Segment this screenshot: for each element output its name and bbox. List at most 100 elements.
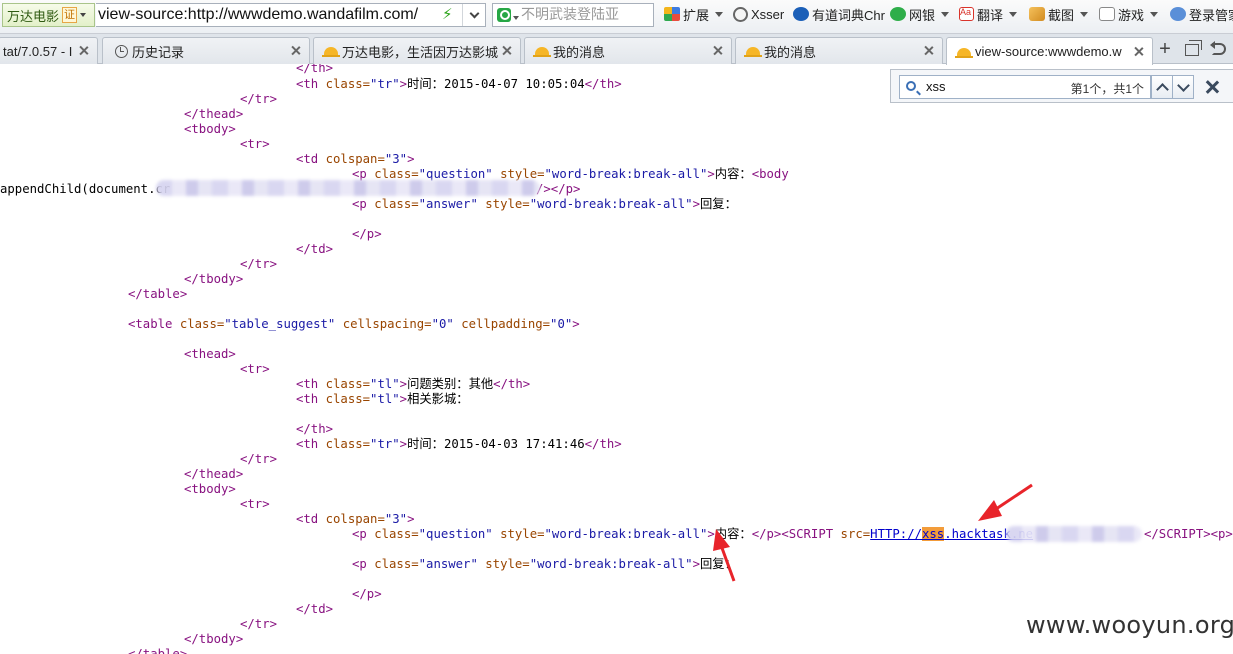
address-input[interactable]: view-source:http://wwwdemo.wandafilm.com… — [98, 6, 440, 24]
source-line: </tr> — [240, 257, 278, 271]
toolbar-item-label: 游戏 — [1118, 7, 1145, 23]
search-engine-icon[interactable] — [497, 8, 511, 22]
category-text: 问题类别：其他 — [407, 377, 494, 391]
source-line: </tbody> — [184, 632, 244, 646]
chevron-down-icon[interactable] — [1009, 11, 1018, 17]
chevron-down-icon[interactable] — [715, 11, 724, 17]
tab-label: 历史记录 — [132, 44, 185, 60]
site-name: 万达电影 — [7, 8, 60, 24]
source-line: <th class="tl">相关影城： — [296, 392, 469, 406]
source-line: <tbody> — [184, 122, 236, 136]
toolbar-bank-button[interactable]: 网银 — [890, 3, 950, 25]
sun-icon — [744, 47, 762, 57]
find-previous-button[interactable] — [1151, 75, 1173, 99]
redacted-blur — [1006, 526, 1142, 542]
source-line: </th> — [296, 64, 334, 75]
close-icon[interactable] — [288, 43, 304, 59]
message-time: 时间：2015-04-03 17:41:46 — [407, 437, 585, 451]
toolbar-item-label: 扩展 — [683, 7, 710, 23]
search-box[interactable] — [492, 3, 654, 27]
toolbar-translate-button[interactable]: 翻译 — [959, 3, 1018, 25]
message-time: 时间：2015-04-07 10:05:04 — [407, 77, 585, 91]
chevron-down-icon[interactable] — [1080, 11, 1089, 17]
toolbar-item-label: 登录管家 — [1189, 7, 1233, 23]
close-icon[interactable] — [1204, 79, 1220, 95]
tab-restore-icon[interactable] — [1185, 40, 1202, 56]
close-icon[interactable] — [710, 43, 726, 59]
find-next-button[interactable] — [1172, 75, 1194, 99]
online-bank-icon — [890, 7, 906, 21]
find-bar: 第1个，共1个 — [890, 69, 1233, 103]
source-line: </tr> — [240, 452, 278, 466]
source-line: <p class="answer" style="word-break:brea… — [352, 197, 737, 211]
toolbar-item-label: 翻译 — [977, 7, 1004, 23]
address-bar[interactable]: view-source:http://wwwdemo.wandafilm.com… — [96, 3, 486, 27]
search-icon — [906, 81, 916, 91]
toolbar-item-label: Xsser — [751, 6, 785, 22]
tab-history[interactable]: 历史记录 — [102, 37, 310, 64]
extensions-icon — [664, 7, 680, 21]
tab-label: 我的消息 — [553, 44, 606, 60]
tab-strip: tat/7.0.57 - I 历史记录 万达电影，生活因万达影城 我的消息 我的… — [0, 34, 1233, 65]
address-dropdown-button[interactable] — [462, 4, 486, 26]
source-line: </thead> — [184, 467, 244, 481]
source-line: </tr> — [240, 92, 278, 106]
source-line: </td> — [296, 242, 334, 256]
history-icon — [115, 44, 128, 58]
source-line: <td colspan="3"> — [296, 512, 415, 526]
cinema-text: 相关影城： — [407, 392, 469, 406]
browser-toolbar: 万达电影 证 view-source:http://wwwdemo.wandaf… — [0, 0, 1233, 34]
tab-label: 我的消息 — [764, 44, 817, 60]
chevron-down-icon[interactable] — [513, 16, 519, 20]
toolbar-games-button[interactable]: 游戏 — [1099, 3, 1159, 25]
speed-mode-icon[interactable]: ⚡ — [442, 6, 453, 24]
source-line: </SCRIPT><p> — [1144, 527, 1233, 541]
sun-icon — [322, 47, 340, 57]
watermark: www.wooyun.org — [1026, 611, 1233, 639]
tab-my-messages-1[interactable]: 我的消息 — [524, 37, 732, 64]
tab-tomcat[interactable]: tat/7.0.57 - I — [0, 37, 98, 64]
youdao-dict-icon — [793, 7, 809, 21]
source-line: <table class="table_suggest" cellspacing… — [128, 317, 580, 331]
search-input[interactable] — [521, 6, 651, 22]
toolbar-item-label: 有道词典Chr — [812, 7, 885, 23]
toolbar-screenshot-button[interactable]: 截图 — [1029, 3, 1089, 25]
close-icon[interactable] — [1131, 44, 1147, 60]
toolbar-xsser-button[interactable]: Xsser — [733, 3, 784, 25]
source-line: </p> — [352, 227, 382, 241]
toolbar-item-label: 截图 — [1048, 7, 1075, 23]
tab-label: 万达电影，生活因万达影城 — [342, 44, 499, 60]
sun-icon — [533, 47, 551, 57]
new-tab-button[interactable]: + — [1156, 38, 1174, 60]
close-icon[interactable] — [921, 43, 937, 59]
certificate-icon[interactable]: 证 — [62, 7, 78, 23]
source-line: </p> — [352, 587, 382, 601]
chevron-down-icon — [469, 8, 480, 18]
chevron-down-icon[interactable] — [1150, 11, 1159, 17]
translate-icon — [959, 7, 974, 21]
tab-my-messages-2[interactable]: 我的消息 — [735, 37, 943, 64]
payload-fragment: appendChild(document.cr — [0, 182, 171, 196]
toolbar-youdao-button[interactable]: 有道词典Chr — [793, 3, 885, 25]
games-icon — [1099, 7, 1115, 21]
screenshot-icon — [1029, 7, 1045, 21]
chevron-down-icon[interactable] — [80, 13, 87, 17]
tab-view-source[interactable]: view-source:wwwdemo.w — [946, 37, 1153, 65]
tab-label: tat/7.0.57 - I — [3, 43, 73, 59]
close-icon[interactable] — [499, 43, 515, 59]
site-identity-badge[interactable]: 万达电影 证 — [2, 3, 95, 27]
source-line: /></p> — [536, 182, 581, 196]
tab-wandafilm[interactable]: 万达电影，生活因万达影城 — [313, 37, 521, 64]
tab-label: view-source:wwwdemo.w — [975, 44, 1122, 59]
chevron-down-icon[interactable] — [941, 11, 950, 17]
source-line: </table> — [128, 647, 188, 654]
source-line: <p class="answer" style="word-break:brea… — [352, 557, 737, 571]
source-line: <td colspan="3"> — [296, 152, 415, 166]
find-field[interactable]: 第1个，共1个 — [899, 75, 1151, 99]
undo-close-tab-icon[interactable] — [1210, 41, 1226, 55]
find-input[interactable] — [926, 79, 1066, 94]
source-line: </th> — [296, 422, 334, 436]
toolbar-login-manager-button[interactable]: 登录管家 — [1170, 3, 1233, 25]
toolbar-extensions-button[interactable]: 扩展 — [664, 3, 724, 25]
close-icon[interactable] — [76, 43, 92, 59]
